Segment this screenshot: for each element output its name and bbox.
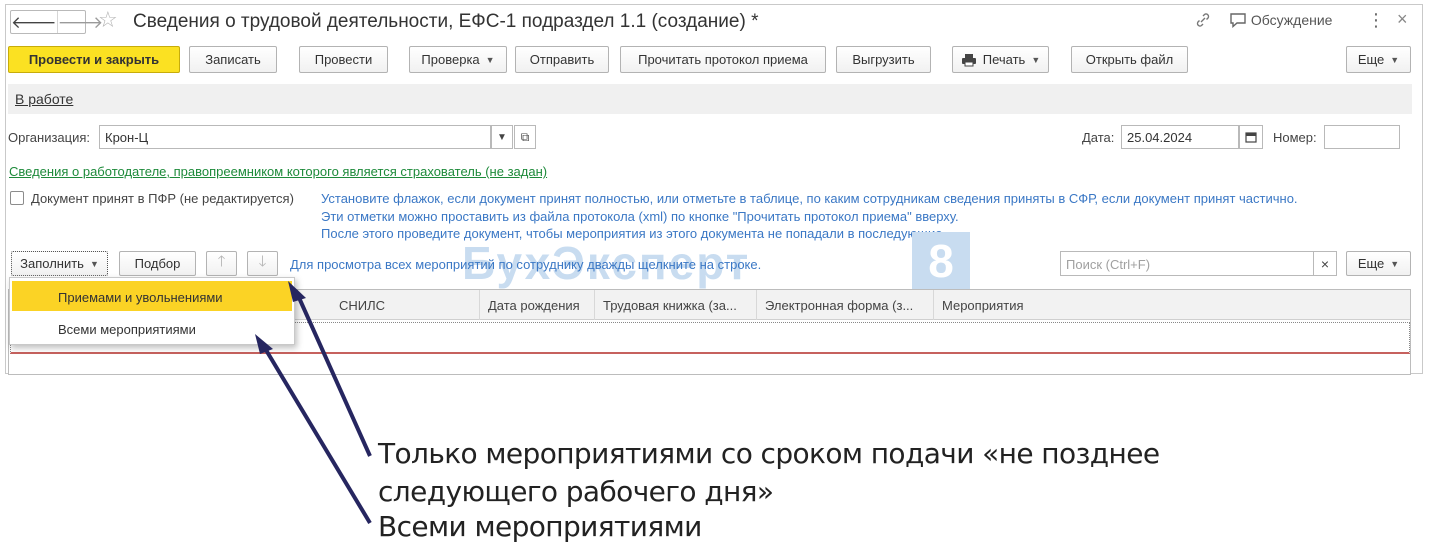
annotation-line-3: Всеми мероприятиями (378, 510, 702, 543)
arrow-to-hires-item (294, 290, 372, 457)
annotation-line-2: следующего рабочего дня» (378, 475, 774, 508)
arrow-head-icon (288, 281, 306, 302)
arrow-head-icon (255, 334, 273, 354)
annotation-line-1: Только мероприятиями со сроком подачи «н… (378, 437, 1160, 470)
arrow-to-all-events-item (261, 343, 372, 525)
annotation-arrows (255, 281, 372, 525)
